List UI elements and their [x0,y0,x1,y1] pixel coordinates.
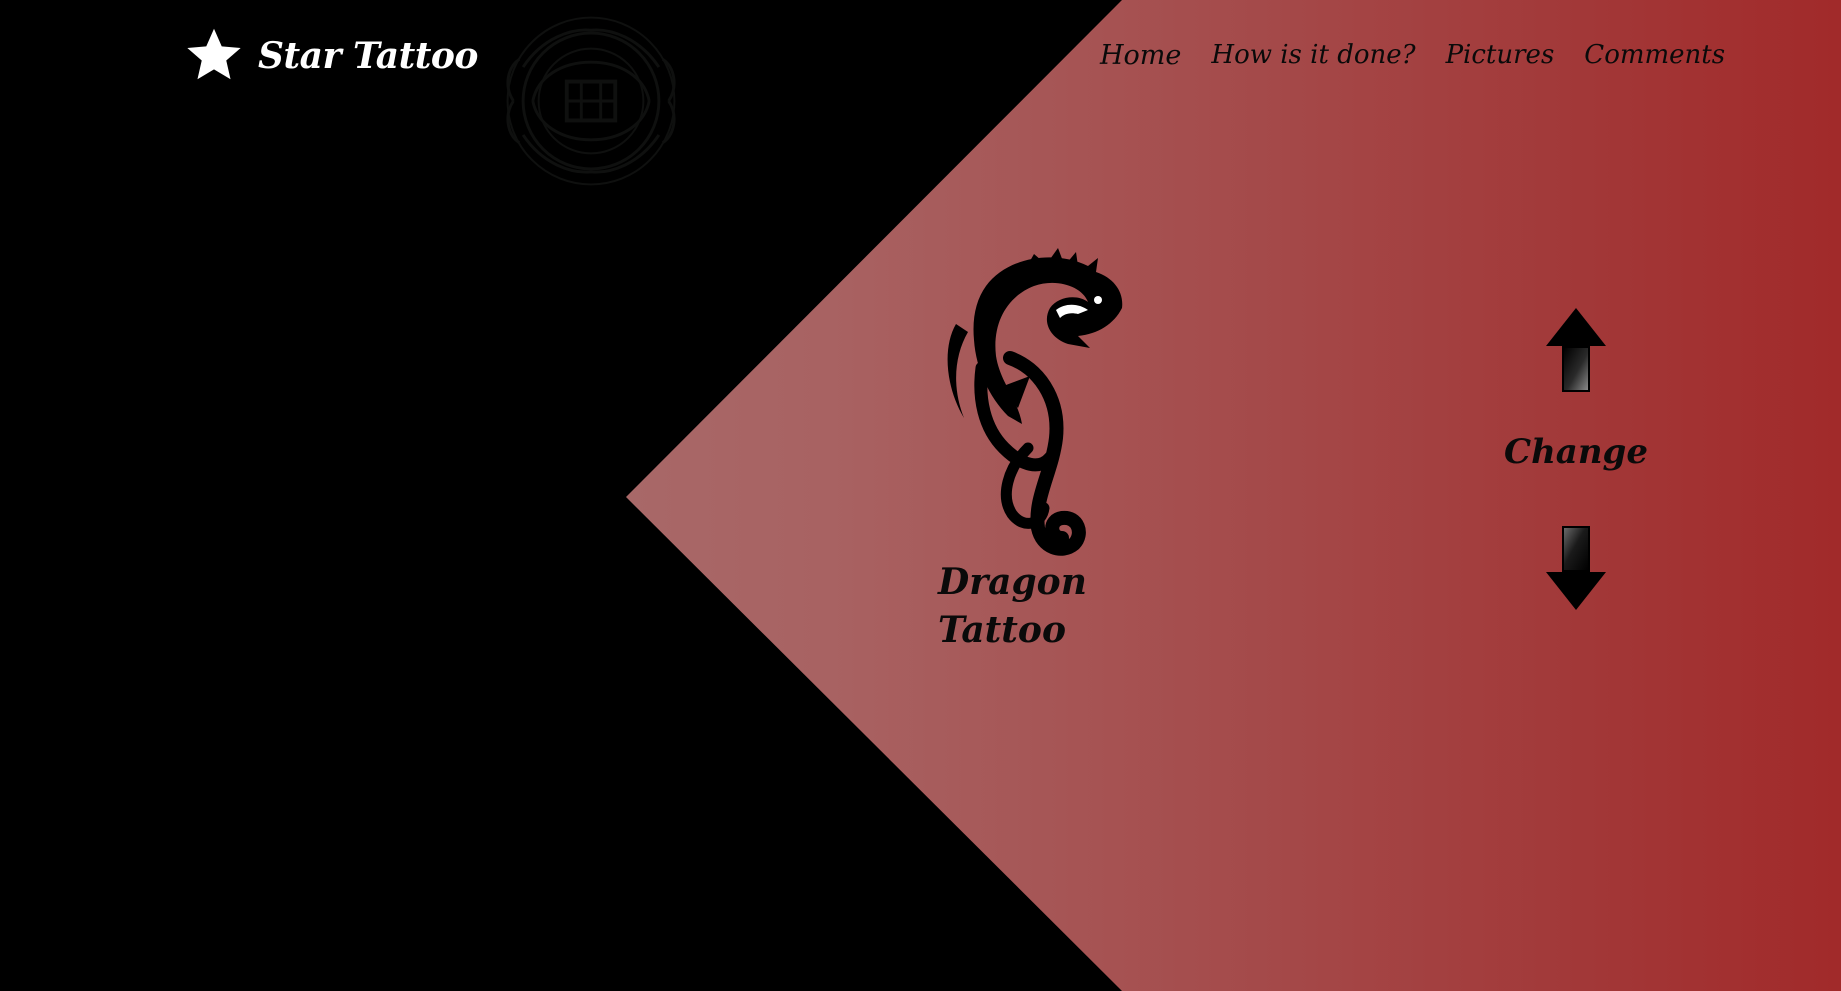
arrow-down-icon[interactable] [1546,526,1606,610]
change-label: Change [1504,432,1648,472]
nav-how-is-it-done[interactable]: How is it done? [1211,40,1415,71]
star-icon [187,28,241,80]
dragon-tattoo-icon [947,248,1123,556]
red-chevron-background [626,0,1841,991]
nav-comments[interactable]: Comments [1584,40,1725,71]
arrow-up-icon[interactable] [1546,308,1606,392]
main-nav: Home How is it done? Pictures Comments [1100,40,1725,71]
nav-pictures[interactable]: Pictures [1446,40,1555,71]
nav-home[interactable]: Home [1100,40,1181,71]
brand-name: Star Tattoo [258,35,478,77]
page: Star Tattoo Home How is it done? Picture… [0,0,1841,991]
tattoo-caption: Dragon Tattoo [938,561,1087,651]
tribal-emblem-icon [506,16,676,186]
brand-logo[interactable]: Star Tattoo [182,24,478,88]
